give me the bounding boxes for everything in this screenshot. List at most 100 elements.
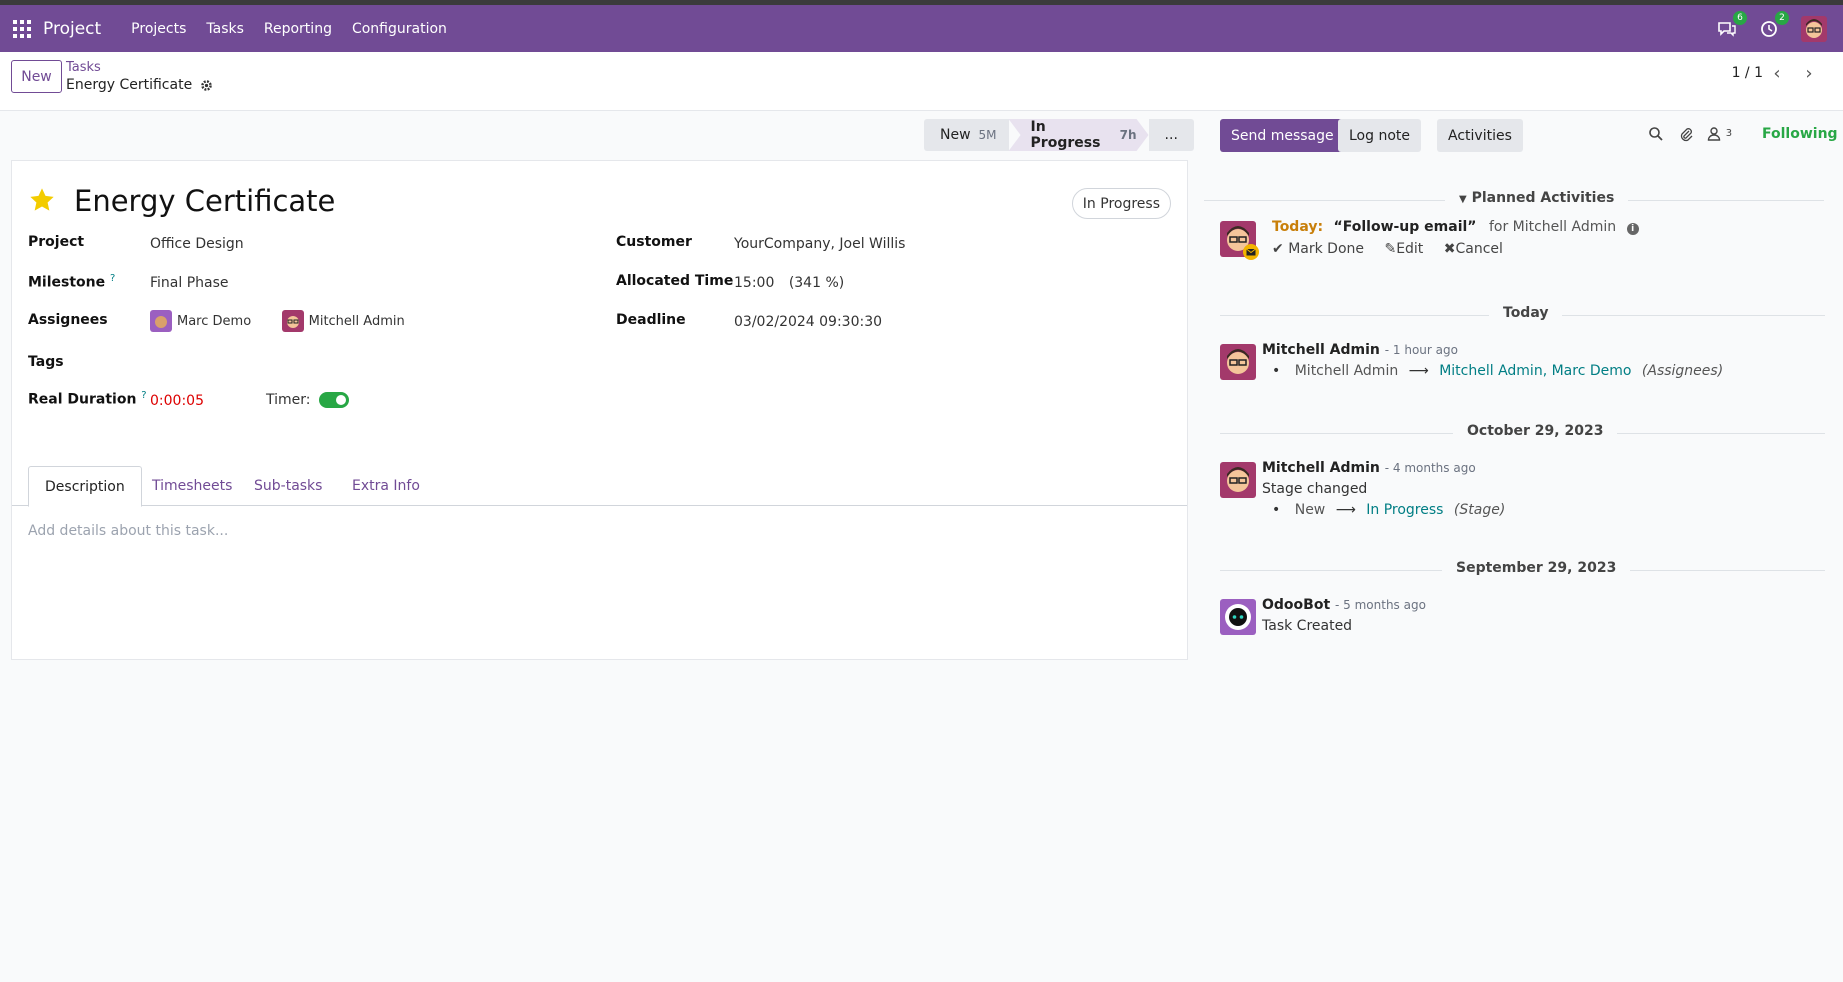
chevron-left-icon: ‹	[1773, 62, 1781, 84]
favorite-star-icon[interactable]	[28, 186, 56, 214]
activity-summary-line: Today: “Follow-up email” for Mitchell Ad…	[1272, 219, 1639, 235]
assignees-label: Assignees	[28, 312, 108, 328]
stage-in-progress[interactable]: In Progress 7h	[1009, 119, 1149, 151]
log-note-button[interactable]: Log note	[1338, 119, 1421, 152]
activities-button[interactable]: Activities	[1437, 119, 1523, 152]
bullet: •	[1272, 502, 1281, 518]
author-name[interactable]: Mitchell Admin	[1262, 460, 1380, 476]
cancel-activity-button[interactable]: ✖Cancel	[1444, 241, 1503, 257]
assignee-name: Mitchell Admin	[308, 313, 405, 329]
message-avatar[interactable]	[1220, 599, 1256, 635]
assignees-field[interactable]: Marc Demo Mitchell Admin	[150, 310, 431, 336]
avatar	[150, 310, 172, 332]
milestone-label: Milestone ?	[28, 273, 115, 291]
pencil-icon: ✎	[1384, 241, 1397, 257]
pager-next-button[interactable]: ›	[1795, 59, 1823, 87]
message-avatar[interactable]	[1220, 462, 1256, 498]
customer-label: Customer	[616, 234, 692, 250]
user-avatar[interactable]	[1801, 15, 1827, 42]
edit-label: Edit	[1396, 241, 1424, 257]
customer-field[interactable]: YourCompany, Joel Willis	[734, 236, 905, 252]
tab-timesheets[interactable]: Timesheets	[136, 466, 248, 506]
milestone-field[interactable]: Final Phase	[150, 275, 229, 291]
author-name[interactable]: OdooBot	[1262, 597, 1330, 613]
breadcrumb-tasks[interactable]: Tasks	[66, 60, 101, 75]
avatar	[1220, 462, 1256, 498]
close-icon: ✖	[1443, 241, 1456, 257]
author-name[interactable]: Mitchell Admin	[1262, 342, 1380, 358]
pager-previous-button[interactable]: ‹	[1763, 59, 1791, 87]
bullet: •	[1272, 363, 1281, 379]
odoobot-avatar	[1220, 599, 1256, 635]
help-tooltip-icon[interactable]: ?	[141, 390, 146, 401]
task-state-badge[interactable]: In Progress	[1071, 188, 1171, 219]
new-record-button[interactable]: New	[11, 60, 62, 93]
nav-menu-projects[interactable]: Projects	[121, 21, 196, 37]
date-separator: Today	[1489, 305, 1563, 321]
message-body: Task Created	[1262, 618, 1353, 634]
assignee-tag[interactable]: Mitchell Admin	[281, 310, 405, 332]
search-icon	[1649, 127, 1663, 141]
date-separator: September 29, 2023	[1442, 560, 1631, 576]
arrow-right-icon: ⟶	[1335, 502, 1356, 518]
stage-more-button[interactable]: ...	[1148, 119, 1194, 151]
nav-menu-configuration[interactable]: Configuration	[342, 21, 457, 37]
message-body: Stage changed	[1262, 481, 1368, 497]
nav-menu-tasks[interactable]: Tasks	[196, 21, 254, 37]
avatar	[281, 310, 304, 332]
milestone-label-text: Milestone	[28, 274, 106, 291]
activity-menu[interactable]: 2	[1759, 10, 1789, 39]
edit-activity-button[interactable]: ✎Edit	[1384, 241, 1423, 257]
message-author: OdooBot - 5 months ago	[1262, 597, 1426, 613]
chevron-right-icon: ›	[1805, 62, 1813, 84]
task-title[interactable]: Energy Certificate	[74, 184, 335, 218]
stage-duration: 7h	[1119, 128, 1137, 142]
attachments-button[interactable]	[1678, 126, 1694, 146]
main-navbar: Project Projects Tasks Reporting Configu…	[0, 5, 1843, 52]
info-icon[interactable]: i	[1626, 223, 1639, 235]
tracking-field-name: (Stage)	[1453, 502, 1506, 518]
message-avatar[interactable]	[1220, 344, 1256, 380]
following-button[interactable]: Following	[1762, 126, 1838, 142]
arrow-right-icon: ⟶	[1408, 363, 1429, 379]
project-field[interactable]: Office Design	[150, 236, 244, 252]
timer-toggle[interactable]	[318, 392, 349, 408]
tracking-change: • New ⟶ In Progress (Stage)	[1272, 502, 1505, 518]
allocated-time-field[interactable]: 15:00 (341 %)	[734, 275, 844, 291]
systray: 6 2	[1717, 5, 1827, 52]
user-icon	[1707, 127, 1721, 141]
nav-menu: Projects Tasks Reporting Configuration	[121, 21, 457, 37]
tab-extra-info[interactable]: Extra Info	[336, 466, 436, 506]
allocated-time-label: Allocated Time	[616, 273, 734, 289]
stage-duration: 5M	[978, 128, 997, 142]
followers-button[interactable]: 3	[1707, 126, 1732, 146]
breadcrumb-current-label: Energy Certificate	[66, 77, 193, 93]
message-author: Mitchell Admin - 4 months ago	[1262, 460, 1476, 476]
caret-down-icon: ▼	[1459, 194, 1467, 205]
tracking-change: • Mitchell Admin ⟶ Mitchell Admin, Marc …	[1272, 363, 1723, 379]
assignee-tag[interactable]: Marc Demo	[150, 310, 251, 332]
planned-activities-toggle[interactable]: ▼ Planned Activities	[1445, 190, 1629, 206]
messaging-menu[interactable]: 6	[1717, 10, 1747, 39]
stage-new[interactable]: New 5M	[924, 119, 1009, 151]
help-tooltip-icon[interactable]: ?	[110, 273, 115, 284]
pager-value[interactable]: 1 / 1	[1732, 65, 1763, 81]
mark-done-button[interactable]: ✔ Mark Done	[1272, 241, 1364, 257]
timer-label: Timer:	[266, 392, 311, 408]
description-editor[interactable]: Add details about this task...	[28, 523, 228, 539]
stage-label: In Progress	[1030, 119, 1101, 151]
tab-sub-tasks[interactable]: Sub-tasks	[238, 466, 338, 506]
search-messages-button[interactable]	[1648, 126, 1664, 146]
apps-menu-icon[interactable]	[13, 19, 31, 38]
tab-description[interactable]: Description	[28, 466, 142, 507]
notebook-tabs: Description Timesheets Sub-tasks Extra I…	[12, 466, 1187, 507]
real-duration-label: Real Duration ?	[28, 390, 147, 408]
allocated-percentage: (341 %)	[788, 275, 845, 291]
activity-summary: “Follow-up email”	[1333, 219, 1477, 235]
deadline-field[interactable]: 03/02/2024 09:30:30	[734, 314, 882, 330]
app-brand[interactable]: Project	[43, 19, 101, 39]
nav-menu-reporting[interactable]: Reporting	[254, 21, 342, 37]
send-message-button[interactable]: Send message	[1220, 119, 1345, 152]
tags-field[interactable]	[150, 351, 550, 373]
gear-icon[interactable]	[200, 79, 213, 92]
